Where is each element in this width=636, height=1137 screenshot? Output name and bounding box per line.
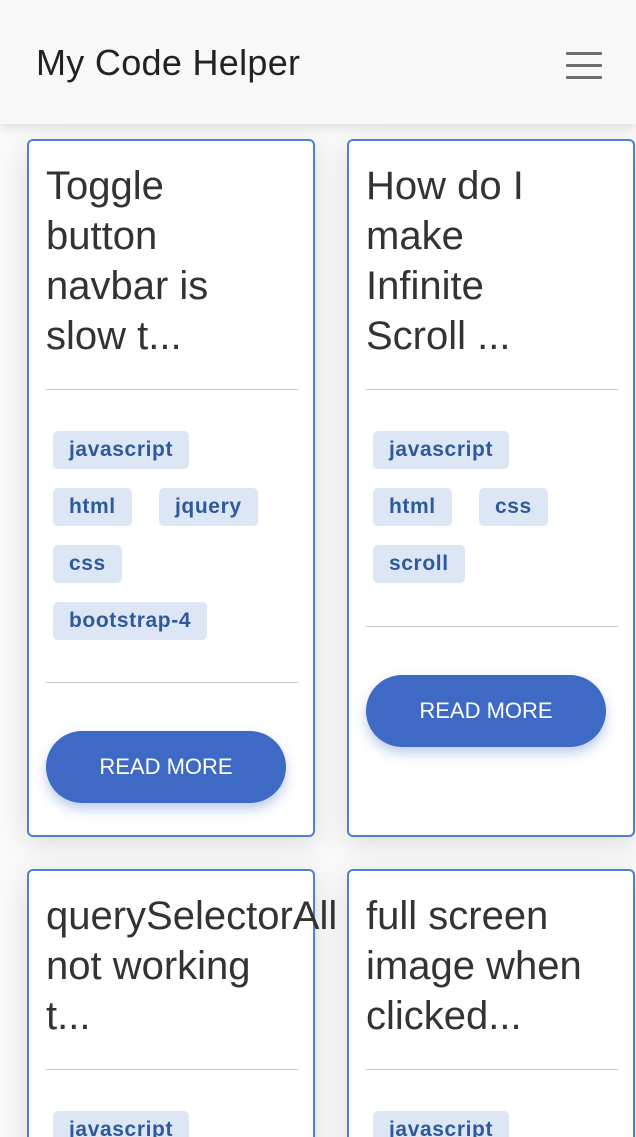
tag-scroll[interactable]: scroll	[373, 545, 465, 583]
app-bar: My Code Helper	[0, 0, 636, 124]
title-line: make	[366, 214, 464, 258]
title-line: Infinite	[366, 264, 484, 308]
question-title[interactable]: full screen image when clicked...	[366, 891, 582, 1041]
tag-html[interactable]: html	[53, 488, 132, 526]
divider	[46, 682, 298, 683]
divider	[366, 389, 618, 390]
hamburger-menu-icon[interactable]	[566, 50, 604, 80]
read-more-button[interactable]: READ MORE	[366, 675, 606, 747]
divider	[46, 389, 298, 390]
divider	[366, 1069, 618, 1070]
title-line: Toggle	[46, 164, 164, 208]
tag-javascript[interactable]: javascript	[373, 1111, 510, 1137]
question-card: How do I make Infinite Scroll ... javasc…	[347, 139, 635, 837]
tag-bootstrap-4[interactable]: bootstrap-4	[53, 602, 208, 640]
title-line: How do I	[366, 164, 524, 208]
title-line: not working	[46, 944, 251, 988]
title-line: button	[46, 214, 158, 258]
divider	[366, 626, 618, 627]
question-title[interactable]: Toggle button navbar is slow t...	[46, 161, 208, 361]
title-line: clicked...	[366, 994, 522, 1038]
title-line: Scroll ...	[366, 314, 511, 358]
question-card-grid: Toggle button navbar is slow t... javasc…	[0, 124, 636, 1137]
menu-line	[566, 64, 602, 67]
tag-css[interactable]: css	[479, 488, 548, 526]
tag-html[interactable]: html	[373, 488, 452, 526]
divider	[46, 1069, 298, 1070]
tag-javascript[interactable]: javascript	[53, 431, 190, 469]
tag-javascript[interactable]: javascript	[53, 1111, 190, 1137]
title-line: slow t...	[46, 314, 182, 358]
menu-line	[566, 76, 602, 79]
title-line: full screen	[366, 894, 549, 938]
title-line: querySelectorAll	[46, 894, 338, 938]
tag-javascript[interactable]: javascript	[373, 431, 510, 469]
title-line: navbar is	[46, 264, 209, 308]
question-title[interactable]: querySelectorAll not working t...	[46, 891, 337, 1041]
tag-jquery[interactable]: jquery	[159, 488, 258, 526]
title-line: t...	[46, 994, 91, 1038]
tag-css[interactable]: css	[53, 545, 122, 583]
question-title[interactable]: How do I make Infinite Scroll ...	[366, 161, 524, 361]
question-card: querySelectorAll not working t... javasc…	[27, 869, 337, 1137]
app-title: My Code Helper	[36, 42, 301, 83]
menu-line	[566, 52, 602, 55]
title-line: image when	[366, 944, 582, 988]
question-card: Toggle button navbar is slow t... javasc…	[27, 139, 315, 837]
question-card: full screen image when clicked... javasc…	[347, 869, 635, 1137]
read-more-button[interactable]: READ MORE	[46, 731, 286, 803]
